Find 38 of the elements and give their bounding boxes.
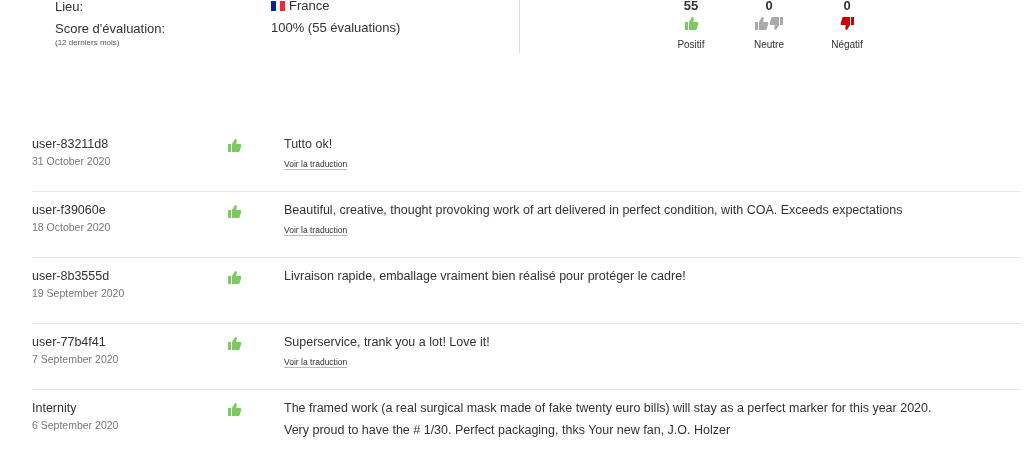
review-date: 31 October 2020 [32,155,112,167]
field-value: 100% (55 évaluations) [271,19,401,36]
reviewer-name: user-77b4f41 [32,334,107,350]
thumbs-up-icon [227,336,242,351]
rating-count: 0 [843,0,851,13]
field-label: Score d'évaluation: [55,21,166,36]
reviewer-name: Internity [32,400,78,416]
rating-count: 0 [765,0,773,13]
translation-link[interactable]: Voir la traduction [284,159,348,170]
flag-icon [271,1,285,11]
translation-link[interactable]: Voir la traduction [284,225,348,236]
thumbs-up-icon [227,270,242,285]
rating-label: Négatif [831,39,863,50]
review-date: 6 September 2020 [32,419,120,431]
reviewer-name: user-f39060e [32,202,107,218]
review-text: Superservice, trank you a lot! Love it! [284,334,490,351]
field-note: (12 derniers mois) [55,38,121,48]
review-text: Beautiful, creative, thought provoking work of art delivered in perfect condition, with COA. Exceeds expectations [284,202,903,219]
translation-link[interactable]: Voir la traduction [284,357,348,368]
thumbs-down-icon [839,15,855,31]
thumbs-up-down-icon [754,15,784,31]
review-text: Livraison rapide, emballage vraiment bien réalisé pour protéger le cadre! [284,268,686,285]
review-date: 19 September 2020 [32,287,126,299]
thumbs-up-icon [227,402,242,417]
thumbs-up-icon [683,15,699,31]
review-date: 7 September 2020 [32,353,120,365]
review-text: Tutto ok! [284,136,333,153]
review-date: 18 October 2020 [32,221,112,233]
review-text: The framed work (a real surgical mask made of fake twenty euro bills) will stay as a perfect marker for this year 2020. Very proud to have the # 1/30. Perfect packaging, thks Your new fan, J.O. Holzer [284,400,932,439]
rating-count: 55 [683,0,699,13]
thumbs-up-icon [227,138,242,153]
thumbs-up-icon [227,204,242,219]
reviewer-name: user-83211d8 [32,136,110,152]
reviewer-name: user-8b3555d [32,268,111,284]
field-value: France [289,0,330,14]
rating-label: Positif [677,39,705,50]
field-label: Lieu: [55,0,84,14]
rating-label: Neutre [754,39,784,50]
